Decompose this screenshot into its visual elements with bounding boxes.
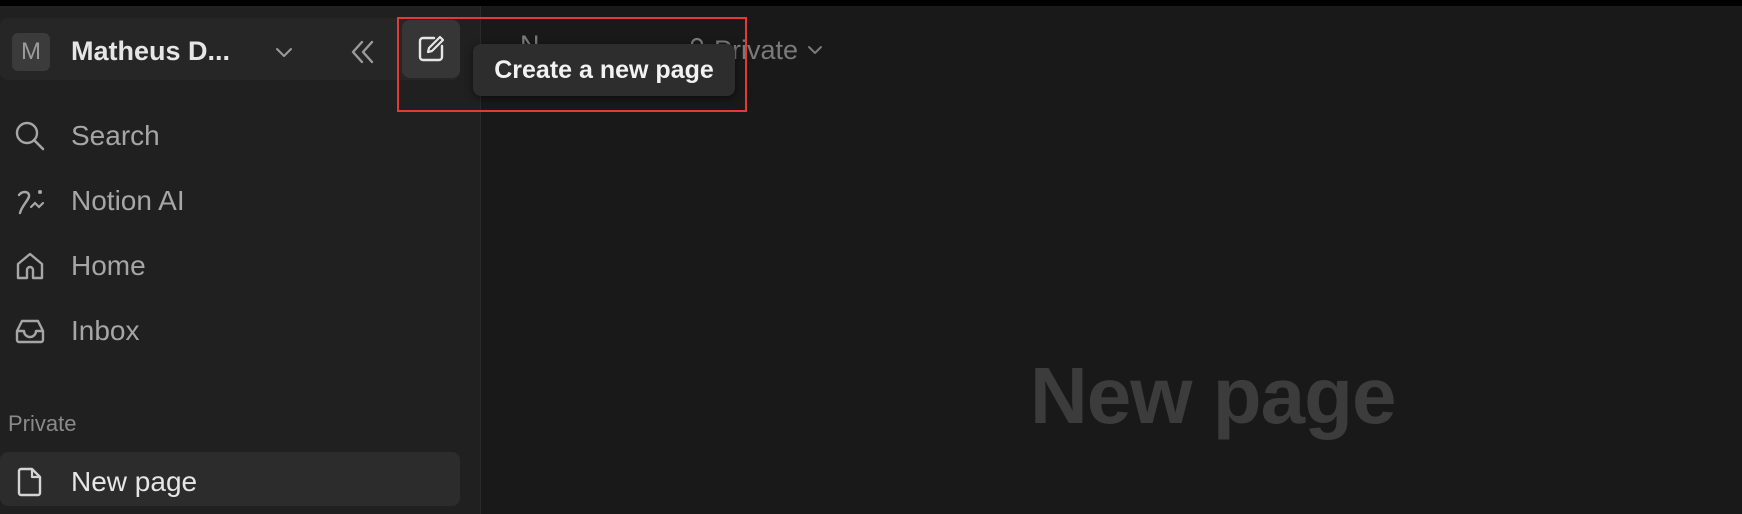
sidebar-item-label: Search <box>71 120 160 151</box>
highlight-annotation-box <box>397 17 747 112</box>
inbox-icon <box>12 313 48 349</box>
collapse-sidebar-button[interactable] <box>344 34 380 70</box>
home-icon <box>12 248 48 284</box>
workspace-avatar: M <box>12 33 50 71</box>
sidebar-item-notion-ai[interactable]: Notion AI <box>0 171 460 225</box>
page-icon <box>12 464 48 500</box>
sidebar-item-inbox[interactable]: Inbox <box>0 301 460 355</box>
sidebar-item-label: Home <box>71 250 146 281</box>
chevron-down-icon <box>806 41 824 59</box>
sidebar-item-label: New page <box>71 466 198 497</box>
sidebar-item-label: Inbox <box>71 315 140 346</box>
chevron-down-icon <box>272 40 296 64</box>
page-title[interactable]: New page <box>1030 350 1396 442</box>
notion-ai-icon <box>12 183 48 219</box>
workspace-name: Matheus D... <box>71 36 231 66</box>
search-icon <box>12 118 48 154</box>
sidebar-item-home[interactable]: Home <box>0 236 460 290</box>
sidebar-item-new-page[interactable]: New page <box>0 452 460 506</box>
workspace-switcher[interactable]: M Matheus D... <box>0 18 460 80</box>
private-section-label: Private <box>8 411 77 436</box>
sidebar-item-search[interactable]: Search <box>0 106 460 160</box>
sidebar-item-label: Notion AI <box>71 185 185 216</box>
